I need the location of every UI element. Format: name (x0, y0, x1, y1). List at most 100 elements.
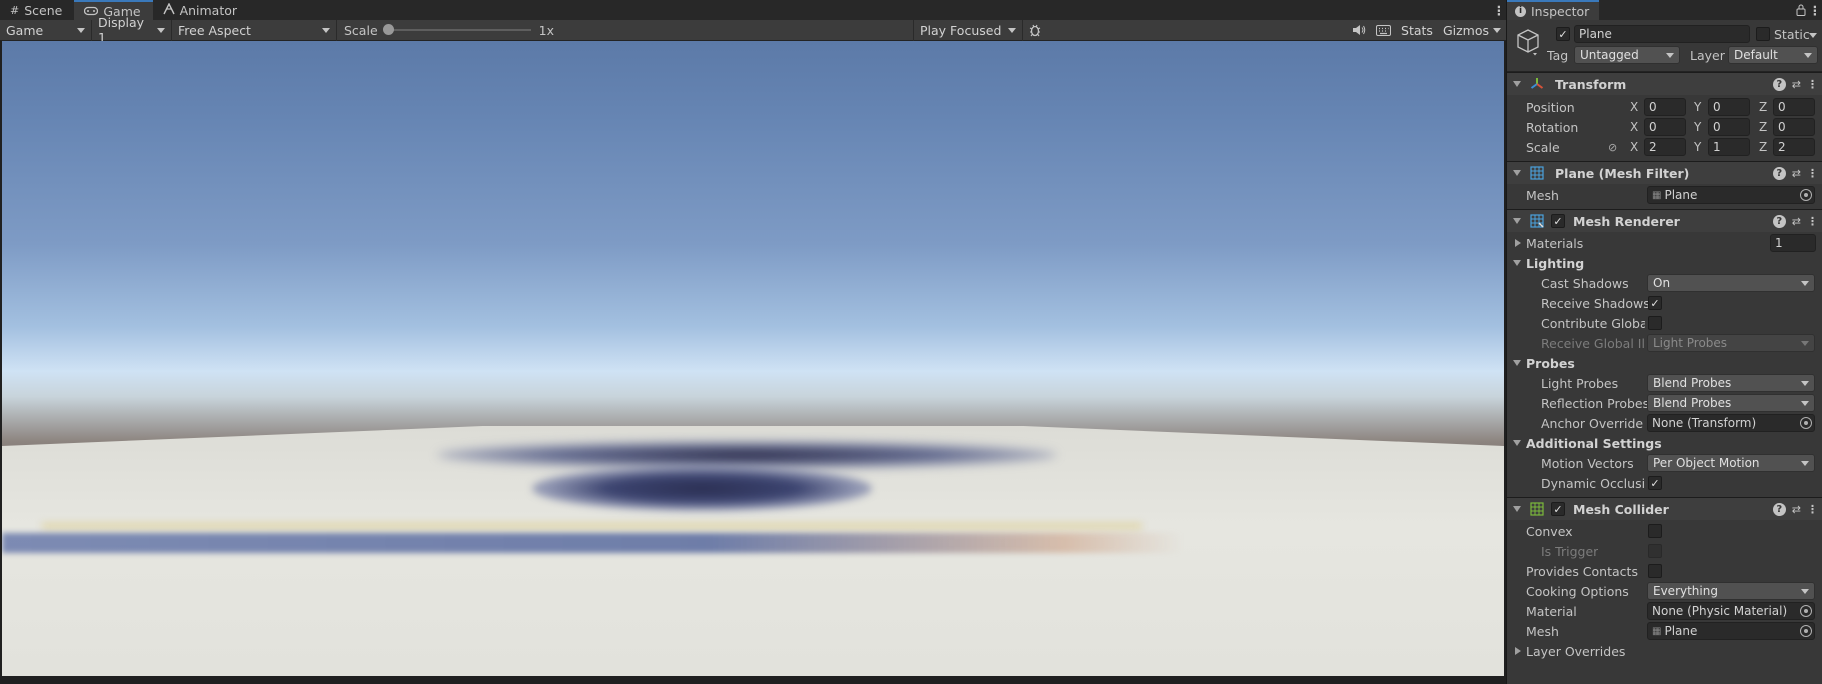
scale-slider-thumb[interactable] (382, 24, 394, 35)
static-checkbox[interactable] (1756, 27, 1770, 41)
collider-mesh-field[interactable]: ▦ Plane (1647, 622, 1815, 640)
tab-inspector[interactable]: i Inspector (1507, 0, 1600, 20)
position-z-field[interactable]: 0 (1773, 98, 1815, 116)
foldout-arrow-icon[interactable] (1513, 218, 1521, 224)
cooking-options-dropdown[interactable]: Everything (1647, 582, 1815, 600)
dynamic-occlusion-row: Dynamic Occlusio ✓ (1507, 473, 1822, 493)
foldout-arrow-icon[interactable] (1513, 506, 1521, 512)
material-field[interactable]: None (Physic Material) (1647, 602, 1815, 620)
materials-count-field[interactable]: 1 (1770, 234, 1816, 252)
reflection-probes-value: Blend Probes (1653, 396, 1732, 410)
display-dropdown[interactable]: Display 1 (92, 15, 172, 45)
rotation-y-field[interactable]: 0 (1708, 118, 1750, 136)
help-icon[interactable]: ? (1772, 167, 1786, 180)
scale-y-field[interactable]: 1 (1708, 138, 1750, 156)
probes-section[interactable]: Probes (1507, 353, 1822, 373)
light-probes-dropdown[interactable]: Blend Probes (1647, 374, 1815, 392)
plane-texture-blur (532, 466, 872, 511)
help-icon[interactable]: ? (1772, 503, 1786, 516)
receive-shadows-checkbox[interactable]: ✓ (1648, 296, 1662, 310)
lighting-section[interactable]: Lighting (1507, 253, 1822, 273)
object-picker-icon[interactable] (1800, 189, 1812, 201)
preset-icon[interactable]: ⇄ (1792, 503, 1801, 516)
tab-animator[interactable]: Animator (153, 0, 249, 20)
tab-scene[interactable]: # Scene (0, 0, 74, 20)
contribute-gi-checkbox[interactable] (1648, 316, 1662, 330)
mesh-renderer-header[interactable]: ✓ Mesh Renderer ? ⇄ ⋮ (1507, 209, 1822, 232)
object-name-field[interactable]: Plane (1574, 25, 1750, 43)
y-axis-label: Y (1694, 100, 1702, 114)
component-menu-icon[interactable]: ⋮ (1807, 78, 1818, 91)
layer-overrides-section[interactable]: Layer Overrides (1507, 641, 1822, 661)
mesh-collider-header[interactable]: ✓ Mesh Collider ? ⇄ ⋮ (1507, 497, 1822, 520)
transform-header[interactable]: Transform ? ⇄ ⋮ (1507, 72, 1822, 95)
stats-button[interactable]: Stats (1396, 20, 1438, 41)
gizmos-button[interactable]: Gizmos (1438, 20, 1491, 41)
view-select-dropdown[interactable]: Game (0, 19, 92, 41)
aspect-dropdown[interactable]: Free Aspect (172, 19, 337, 41)
foldout-arrow-icon[interactable] (1513, 170, 1521, 176)
component-menu-icon[interactable]: ⋮ (1807, 503, 1818, 516)
foldout-arrow-icon[interactable] (1513, 440, 1521, 446)
additional-settings-section[interactable]: Additional Settings (1507, 433, 1822, 453)
preset-icon[interactable]: ⇄ (1792, 215, 1801, 228)
provides-contacts-checkbox[interactable] (1648, 564, 1662, 578)
keyboard-icon[interactable] (1371, 20, 1396, 41)
object-picker-icon[interactable] (1800, 605, 1812, 617)
layer-value: Default (1734, 48, 1778, 62)
component-tools: ? ⇄ ⋮ (1772, 498, 1818, 521)
bug-icon[interactable] (1023, 20, 1047, 41)
cast-shadows-dropdown[interactable]: On (1647, 274, 1815, 292)
object-picker-icon[interactable] (1800, 625, 1812, 637)
rotation-x-field[interactable]: 0 (1644, 118, 1686, 136)
anchor-override-field[interactable]: None (Transform) (1647, 414, 1815, 432)
foldout-arrow-icon[interactable] (1513, 81, 1521, 87)
help-icon[interactable]: ? (1772, 78, 1786, 91)
scale-x-field[interactable]: 2 (1644, 138, 1686, 156)
gizmos-dropdown-icon[interactable] (1491, 20, 1506, 41)
play-mode-dropdown[interactable]: Play Focused (913, 19, 1024, 41)
game-viewport[interactable] (2, 41, 1504, 676)
more-options-icon[interactable]: ⋮ (1492, 0, 1506, 20)
convex-checkbox[interactable] (1648, 524, 1662, 538)
help-icon[interactable]: ? (1772, 215, 1786, 228)
motion-vectors-dropdown[interactable]: Per Object Motion (1647, 454, 1815, 472)
scale-z-field[interactable]: 2 (1773, 138, 1815, 156)
dynamic-occlusion-checkbox[interactable]: ✓ (1648, 476, 1662, 490)
mesh-renderer-enabled-checkbox[interactable]: ✓ (1551, 214, 1565, 228)
preset-icon[interactable]: ⇄ (1792, 167, 1801, 180)
is-trigger-label: Is Trigger (1541, 543, 1599, 559)
tab-scene-label: Scene (24, 2, 63, 18)
more-options-icon[interactable]: ⋮ (1808, 0, 1822, 20)
preset-icon[interactable]: ⇄ (1792, 78, 1801, 91)
rotation-z-field[interactable]: 0 (1773, 118, 1815, 136)
foldout-arrow-icon[interactable] (1513, 360, 1521, 366)
layer-dropdown[interactable]: Default (1728, 46, 1818, 64)
rotation-row: Rotation X0 Y0 Z0 (1507, 117, 1822, 137)
convex-row: Convex (1507, 521, 1822, 541)
mesh-filter-header[interactable]: Plane (Mesh Filter) ? ⇄ ⋮ (1507, 161, 1822, 184)
foldout-arrow-icon[interactable] (1513, 260, 1521, 266)
probes-label: Probes (1526, 355, 1575, 371)
tag-dropdown[interactable]: Untagged (1574, 46, 1680, 64)
cube-icon[interactable] (1515, 28, 1541, 56)
position-y-field[interactable]: 0 (1708, 98, 1750, 116)
constrain-proportions-icon[interactable]: ⊘ (1608, 141, 1617, 154)
mesh-field[interactable]: ▦ Plane (1647, 186, 1815, 204)
static-dropdown-icon[interactable] (1809, 33, 1817, 38)
reflection-probes-dropdown[interactable]: Blend Probes (1647, 394, 1815, 412)
component-menu-icon[interactable]: ⋮ (1807, 167, 1818, 180)
object-picker-icon[interactable] (1800, 417, 1812, 429)
foldout-arrow-icon[interactable] (1515, 647, 1521, 655)
audio-mute-icon[interactable] (1347, 20, 1371, 41)
position-x-field[interactable]: 0 (1644, 98, 1686, 116)
active-checkbox[interactable]: ✓ (1556, 27, 1570, 41)
mesh-collider-enabled-checkbox[interactable]: ✓ (1551, 502, 1565, 516)
mesh-label: Mesh (1526, 187, 1559, 203)
materials-row[interactable]: Materials 1 (1507, 233, 1822, 253)
component-menu-icon[interactable]: ⋮ (1807, 215, 1818, 228)
lock-icon[interactable] (1794, 0, 1808, 20)
view-select-value: Game (6, 22, 44, 38)
scale-slider[interactable] (382, 24, 531, 35)
foldout-arrow-icon[interactable] (1515, 239, 1521, 247)
